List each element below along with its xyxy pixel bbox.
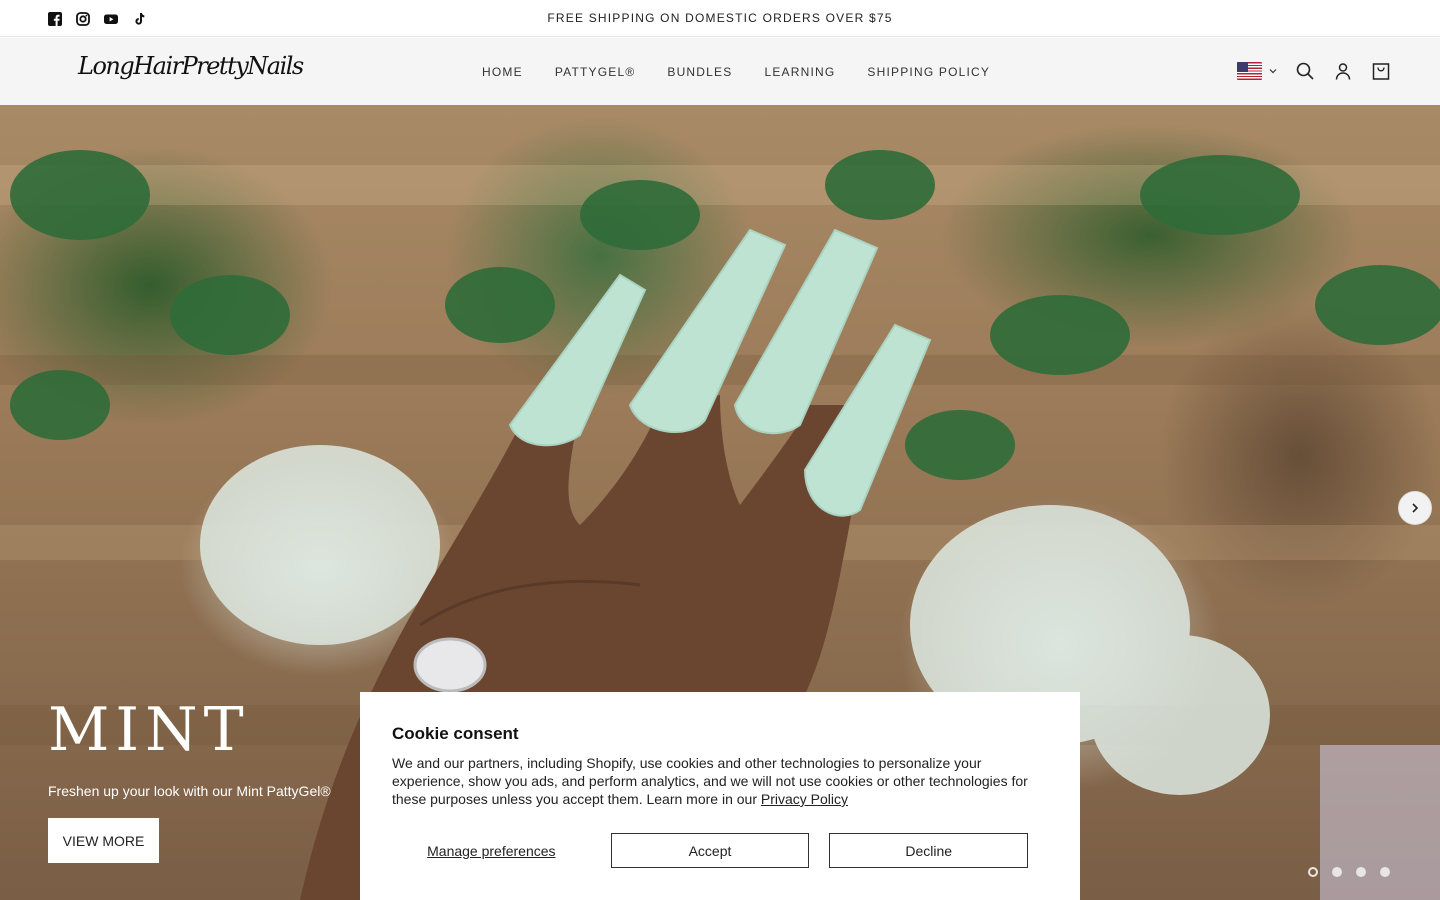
site-logo[interactable]: LongHairPrettyNails <box>78 52 304 80</box>
account-icon <box>1335 63 1351 80</box>
slide-dot-4[interactable] <box>1380 867 1390 877</box>
header-tools <box>1237 60 1392 82</box>
chevron-down-icon <box>1269 69 1277 74</box>
cookie-title: Cookie consent <box>392 724 519 743</box>
cart-button[interactable] <box>1370 60 1392 82</box>
announcement-bar: FREE SHIPPING ON DOMESTIC ORDERS OVER $7… <box>0 0 1440 37</box>
us-flag-icon <box>1237 62 1262 80</box>
site-header: LongHairPrettyNails HOME PATTYGEL® BUNDL… <box>0 38 1440 105</box>
slide-dot-3[interactable] <box>1356 867 1366 877</box>
chevron-right-icon <box>1412 503 1419 513</box>
hero-subtitle: Freshen up your look with our Mint Patty… <box>48 783 331 799</box>
slide-dot-1[interactable] <box>1308 867 1318 877</box>
manage-preferences-button[interactable]: Manage preferences <box>392 833 591 868</box>
search-icon <box>1296 62 1314 80</box>
nav-bundles[interactable]: BUNDLES <box>667 65 732 79</box>
nav-pattygel[interactable]: PATTYGEL® <box>555 65 636 79</box>
cookie-consent-dialog: Cookie consent We and our partners, incl… <box>360 692 1080 900</box>
nav-home[interactable]: HOME <box>482 65 523 79</box>
nav-shipping-policy[interactable]: SHIPPING POLICY <box>867 65 990 79</box>
cart-icon <box>1372 63 1390 80</box>
accept-button[interactable]: Accept <box>610 833 810 868</box>
cookie-actions: Manage preferences Accept Decline <box>392 833 1029 868</box>
main-nav: HOME PATTYGEL® BUNDLES LEARNING SHIPPING… <box>482 65 990 79</box>
decline-button[interactable]: Decline <box>829 833 1029 868</box>
view-more-button[interactable]: VIEW MORE <box>48 818 159 863</box>
slide-next-button[interactable] <box>1398 491 1432 525</box>
nav-learning[interactable]: LEARNING <box>764 65 835 79</box>
slide-dots <box>1308 867 1390 877</box>
search-button[interactable] <box>1294 60 1316 82</box>
cookie-body: We and our partners, including Shopify, … <box>392 754 1048 808</box>
slide-dot-2[interactable] <box>1332 867 1342 877</box>
country-selector[interactable] <box>1237 62 1278 80</box>
privacy-policy-link[interactable]: Privacy Policy <box>761 791 848 807</box>
account-button[interactable] <box>1332 60 1354 82</box>
cookie-body-text: We and our partners, including Shopify, … <box>392 755 1028 807</box>
announcement-text: FREE SHIPPING ON DOMESTIC ORDERS OVER $7… <box>547 11 893 25</box>
hero-title: MINT <box>48 695 250 765</box>
